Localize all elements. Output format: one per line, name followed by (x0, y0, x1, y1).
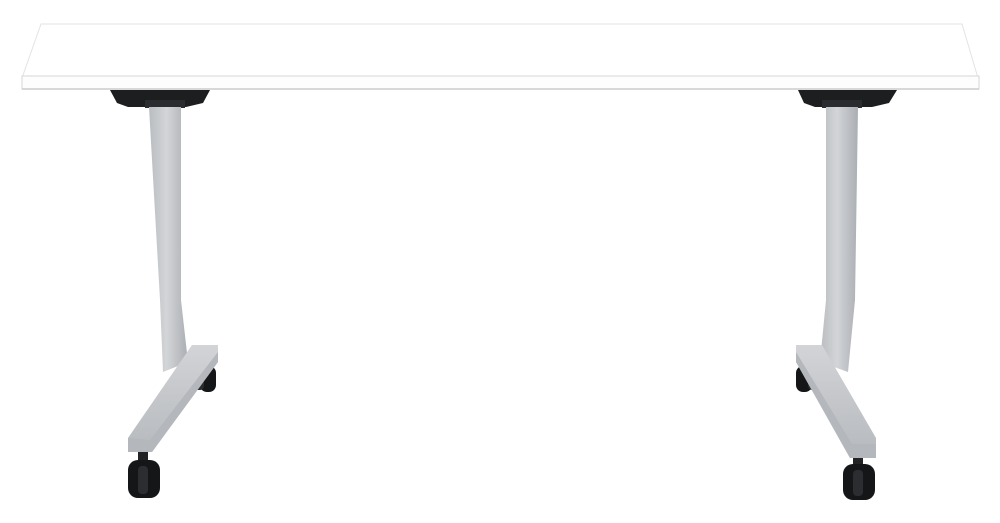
table-top-surface (21, 23, 979, 79)
product-photo (0, 0, 1000, 523)
table-top-edge (21, 75, 980, 90)
table-top (21, 23, 980, 90)
